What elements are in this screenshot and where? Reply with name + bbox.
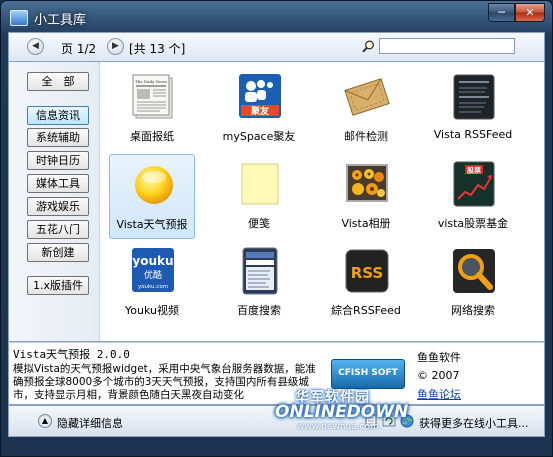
youku-icon: youku 优酷 youku.com — [132, 248, 174, 292]
search-magnifier-icon — [453, 249, 495, 293]
chevron-left-icon: ◀ — [32, 41, 39, 51]
gadget-library-window: 小工具库 ─ ✕ ◀ 页 1/2 ▶ [共 13 个] 全 部 信息资讯 系统辅… — [0, 0, 553, 457]
gadget-tile[interactable]: 邮件检测 — [323, 67, 409, 152]
newspaper-icon: The Daily News — [132, 74, 173, 119]
sun-icon — [135, 166, 173, 204]
author-logo: CFISH SOFT — [331, 359, 405, 389]
up-arrow-icon[interactable]: ▲ — [38, 414, 52, 428]
watermark-en: ONLINEDOWN — [275, 402, 409, 422]
gadget-tile[interactable]: Vista相册 — [323, 154, 409, 239]
logo-text: CFISH SOFT — [338, 368, 398, 378]
category-legacy-plugins-button[interactable]: 1.x版插件 — [27, 276, 89, 295]
category-sidebar: 全 部 信息资讯 系统辅助 时钟日历 媒体工具 游戏娱乐 五花八门 新创建 1.… — [9, 62, 100, 341]
gadget-tile[interactable]: 股票 vista股票基金 — [430, 154, 516, 239]
gadget-tile[interactable]: 便笺 — [216, 154, 302, 239]
gadget-label: 邮件检测 — [344, 130, 388, 143]
window-title: 小工具库 — [34, 13, 87, 28]
next-page-button[interactable]: ▶ — [107, 38, 124, 55]
gadget-label: vista股票基金 — [437, 217, 509, 230]
gadget-tile[interactable]: 网络搜索 — [430, 241, 516, 326]
gadget-label: 便笺 — [248, 217, 270, 230]
svg-text:股票: 股票 — [466, 166, 481, 175]
svg-text:优酷: 优酷 — [144, 269, 162, 281]
stock-chart-icon: 股票 — [453, 161, 495, 207]
title-bar: 小工具库 ─ ✕ — [1, 1, 552, 31]
gadget-label: Vista天气预报 — [116, 218, 188, 231]
close-button[interactable]: ✕ — [515, 3, 545, 22]
gadget-label: 百度搜索 — [237, 304, 281, 317]
gadget-tile[interactable]: youku 优酷 youku.com Youku视频 — [109, 241, 195, 326]
gadget-count: [共 13 个] — [129, 42, 186, 56]
category-news-button[interactable]: 信息资讯 — [27, 106, 89, 125]
svg-text:RSS: RSS — [351, 264, 383, 282]
svg-text:The Daily News: The Daily News — [135, 79, 167, 84]
gadget-label: Vista相册 — [341, 217, 391, 230]
baidu-search-icon — [242, 247, 278, 295]
category-media-button[interactable]: 媒体工具 — [27, 174, 89, 193]
svg-text:youku: youku — [132, 254, 173, 268]
gadget-label: mySpace聚友 — [222, 130, 296, 143]
svg-text:聚友: 聚友 — [250, 105, 269, 117]
svg-text:youku.com: youku.com — [138, 284, 168, 290]
search-input[interactable] — [379, 38, 515, 54]
gadget-label: 网络搜索 — [451, 304, 495, 317]
app-icon — [10, 10, 28, 26]
rss-icon: RSS — [345, 249, 389, 293]
watermark: 华军软件园 ONLINEDOWN www.newhua.com — [275, 387, 425, 437]
category-clock-button[interactable]: 时钟日历 — [27, 151, 89, 170]
search-icon[interactable] — [362, 40, 375, 53]
gadget-label: 桌面报纸 — [130, 130, 174, 143]
gadget-label: 綜合RSSFeed — [331, 304, 401, 317]
gadget-tile[interactable]: Vista RSSFeed — [430, 67, 516, 152]
hide-details-toggle[interactable]: 隐藏详细信息 — [57, 415, 123, 431]
gadget-label: Youku视频 — [125, 304, 179, 317]
minimize-button[interactable]: ─ — [488, 3, 515, 22]
category-all-button[interactable]: 全 部 — [27, 72, 89, 91]
sticky-note-icon — [241, 163, 279, 205]
gadget-title: Vista天气预报 2.0.0 — [13, 348, 130, 361]
envelope-icon — [344, 78, 390, 116]
watermark-url: www.newhua.com — [297, 422, 379, 432]
rss-feed-icon — [453, 74, 495, 120]
gadget-tile[interactable]: Vista天气预报 — [109, 154, 195, 239]
get-more-gadgets-link[interactable]: 获得更多在线小工具... — [419, 415, 529, 431]
gadget-tile[interactable]: RSS 綜合RSSFeed — [323, 241, 409, 326]
myspace-icon: 聚友 — [239, 74, 281, 118]
gadget-grid: The Daily News 桌面报纸 聚友 mySpace聚友 邮件检测 Vi… — [109, 67, 537, 337]
minimize-icon: ─ — [498, 6, 505, 19]
gadget-tile[interactable]: 聚友 mySpace聚友 — [216, 67, 302, 152]
category-system-button[interactable]: 系统辅助 — [27, 128, 89, 147]
close-icon: ✕ — [525, 6, 535, 19]
gadget-tile[interactable]: The Daily News 桌面报纸 — [109, 67, 195, 152]
category-new-button[interactable]: 新创建 — [27, 243, 89, 262]
page-indicator: 页 1/2 — [61, 42, 97, 56]
photo-album-icon — [346, 164, 388, 202]
category-games-button[interactable]: 游戏娱乐 — [27, 197, 89, 216]
toolbar: ◀ 页 1/2 ▶ [共 13 个] — [8, 32, 545, 62]
chevron-right-icon: ▶ — [112, 41, 119, 51]
author-name: 鱼鱼软件 — [417, 351, 461, 364]
gadget-label: Vista RSSFeed — [433, 128, 513, 141]
category-misc-button[interactable]: 五花八门 — [27, 220, 89, 239]
prev-page-button[interactable]: ◀ — [27, 38, 44, 55]
gadget-tile[interactable]: 百度搜索 — [216, 241, 302, 326]
main-panel: 全 部 信息资讯 系统辅助 时钟日历 媒体工具 游戏娱乐 五花八门 新创建 1.… — [8, 62, 545, 342]
copyright-text: © 2007 — [417, 369, 460, 382]
